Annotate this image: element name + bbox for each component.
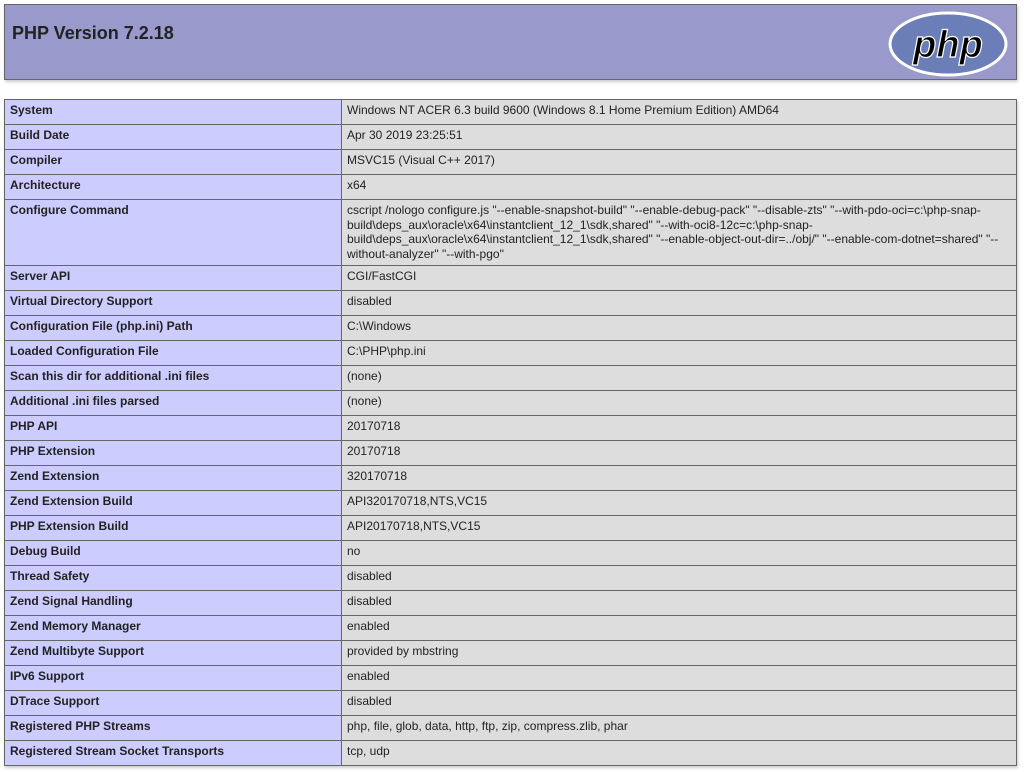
- table-row: Architecture x64: [4, 174, 1017, 200]
- table-row: Additional .ini files parsed (none): [4, 390, 1017, 416]
- row-value: 20170718: [341, 415, 1017, 441]
- row-key: IPv6 Support: [4, 665, 342, 691]
- row-value: C:\Windows: [341, 315, 1017, 341]
- table-row: PHP API 20170718: [4, 415, 1017, 441]
- php-logo-text: php: [912, 24, 983, 66]
- table-row: Scan this dir for additional .ini files(…: [4, 365, 1017, 391]
- row-value: disabled: [341, 590, 1017, 616]
- table-row: Configuration File (php.ini) Path C:\Wind…: [4, 315, 1017, 341]
- row-value: x64: [341, 174, 1017, 200]
- row-value: (none): [341, 390, 1017, 416]
- row-key: PHP API: [4, 415, 342, 441]
- table-row: Debug Build no: [4, 540, 1017, 566]
- row-key: PHP Extension: [4, 440, 342, 466]
- table-row: Zend Extension 320170718: [4, 465, 1017, 491]
- php-logo-icon[interactable]: php: [888, 11, 1008, 77]
- php-info-table: System Windows NT ACER 6.3 build 9600 (Wi…: [4, 99, 1017, 766]
- table-row: IPv6 Support enabled: [4, 665, 1017, 691]
- row-key: PHP Extension Build: [4, 515, 342, 541]
- row-key: Server API: [4, 265, 342, 291]
- row-value: (none): [341, 365, 1017, 391]
- table-row: System Windows NT ACER 6.3 build 9600 (Wi…: [4, 99, 1017, 125]
- row-value: MSVC15 (Visual C++ 2017): [341, 149, 1017, 175]
- row-value: disabled: [341, 565, 1017, 591]
- row-key: Zend Multibyte Support: [4, 640, 342, 666]
- row-value: enabled: [341, 665, 1017, 691]
- row-value: tcp, udp: [341, 740, 1017, 766]
- row-key: Virtual Directory Support: [4, 290, 342, 316]
- table-row: Virtual Directory Support disabled: [4, 290, 1017, 316]
- row-value: provided by mbstring: [341, 640, 1017, 666]
- table-row: Compiler MSVC15 (Visual C++ 2017): [4, 149, 1017, 175]
- row-key: Debug Build: [4, 540, 342, 566]
- row-value: enabled: [341, 615, 1017, 641]
- row-key: Zend Extension: [4, 465, 342, 491]
- row-key: Registered Stream Socket Transports: [4, 740, 342, 766]
- row-key: Zend Extension Build: [4, 490, 342, 516]
- row-value: API20170718,NTS,VC15: [341, 515, 1017, 541]
- row-value: 320170718: [341, 465, 1017, 491]
- row-value: cscript /nologo configure.js "--enable-s…: [341, 199, 1017, 266]
- row-key: Thread Safety: [4, 565, 342, 591]
- row-value: Windows NT ACER 6.3 build 9600 (Windows …: [341, 99, 1017, 125]
- table-row: PHP Extension Build API20170718,NTS,VC15: [4, 515, 1017, 541]
- row-key: Loaded Configuration File: [4, 340, 342, 366]
- table-row: PHP Extension 20170718: [4, 440, 1017, 466]
- row-value: php, file, glob, data, http, ftp, zip, c…: [341, 715, 1017, 741]
- table-row: Thread Safety disabled: [4, 565, 1017, 591]
- row-value: CGI/FastCGI: [341, 265, 1017, 291]
- table-row: Registered PHP Streams php, file, glob, d…: [4, 715, 1017, 741]
- table-row: Zend Signal Handling disabled: [4, 590, 1017, 616]
- php-version-header: PHP Version 7.2.18 php: [4, 4, 1017, 80]
- row-value: disabled: [341, 690, 1017, 716]
- row-key: Registered PHP Streams: [4, 715, 342, 741]
- row-value: Apr 30 2019 23:25:51: [341, 124, 1017, 150]
- row-value: no: [341, 540, 1017, 566]
- row-value: disabled: [341, 290, 1017, 316]
- table-row: Zend Multibyte Support provided by mbstri…: [4, 640, 1017, 666]
- row-value: C:\PHP\php.ini: [341, 340, 1017, 366]
- row-key: Scan this dir for additional .ini files: [4, 365, 342, 391]
- table-row: Server API CGI/FastCGI: [4, 265, 1017, 291]
- page-title: PHP Version 7.2.18: [12, 23, 174, 43]
- table-row: Loaded Configuration File C:\PHP\php.ini: [4, 340, 1017, 366]
- row-key: Configure Command: [4, 199, 342, 266]
- table-row: Zend Memory Manager enabled: [4, 615, 1017, 641]
- row-key: Zend Signal Handling: [4, 590, 342, 616]
- php-info-table-body: System Windows NT ACER 6.3 build 9600 (Wi…: [4, 99, 1017, 766]
- table-row: Configure Command cscript /nologo configu…: [4, 199, 1017, 266]
- row-value: API320170718,NTS,VC15: [341, 490, 1017, 516]
- row-key: System: [4, 99, 342, 125]
- table-row: Zend Extension Build API320170718,NTS,VC1…: [4, 490, 1017, 516]
- row-key: Build Date: [4, 124, 342, 150]
- row-value: 20170718: [341, 440, 1017, 466]
- row-key: Additional .ini files parsed: [4, 390, 342, 416]
- table-row: DTrace Support disabled: [4, 690, 1017, 716]
- row-key: Configuration File (php.ini) Path: [4, 315, 342, 341]
- row-key: Architecture: [4, 174, 342, 200]
- row-key: Zend Memory Manager: [4, 615, 342, 641]
- row-key: DTrace Support: [4, 690, 342, 716]
- table-row: Registered Stream Socket Transports tcp, …: [4, 740, 1017, 766]
- table-row: Build Date Apr 30 2019 23:25:51: [4, 124, 1017, 150]
- row-key: Compiler: [4, 149, 342, 175]
